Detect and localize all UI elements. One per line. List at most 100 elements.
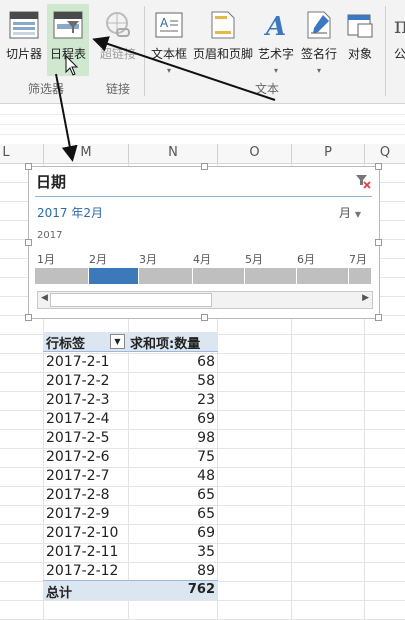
timeline-scrollbar[interactable]: ◀ ▶ <box>37 291 373 309</box>
grid-row-line <box>0 124 405 125</box>
textbox-button[interactable]: A 文本框 ▾ <box>148 4 190 76</box>
header-footer-icon <box>210 11 236 42</box>
ribbon-separator <box>144 6 145 96</box>
pivot-row-value: 35 <box>197 544 215 560</box>
pivot-row-date: 2017-2-9 <box>46 506 110 522</box>
pivot-row-date: 2017-2-2 <box>46 373 110 389</box>
timeline-divider <box>35 196 372 197</box>
textbox-label: 文本框 <box>150 47 187 61</box>
pivot-row-header: 行标签 <box>46 337 86 352</box>
filter-dropdown-icon[interactable]: ▼ <box>110 334 125 349</box>
equation-button[interactable]: π 公 <box>392 4 405 76</box>
wordart-label: 艺术字 <box>257 47 294 61</box>
timeline-button[interactable]: 日程表 <box>47 4 89 76</box>
pivot-total-label: 总计 <box>46 586 73 601</box>
group-label-text: 文本 <box>255 82 280 96</box>
pivot-row-date: 2017-2-4 <box>46 411 110 427</box>
timeline-period-may[interactable] <box>245 268 296 284</box>
column-header-m[interactable]: M <box>44 145 128 162</box>
header-footer-button[interactable]: 页眉和页脚 <box>191 4 255 76</box>
pivot-row[interactable]: 2017-2-10 69 <box>43 524 218 543</box>
slicer-icon <box>9 11 39 42</box>
timeline-level-dropdown[interactable]: 月 ▼ <box>339 204 361 221</box>
pivot-row[interactable]: 2017-2-2 58 <box>43 372 218 391</box>
pivot-row-value: 69 <box>197 411 215 427</box>
svg-text:π: π <box>394 14 405 39</box>
pivot-row-value: 23 <box>197 392 215 408</box>
scroll-left-icon[interactable]: ◀ <box>41 293 48 303</box>
pivot-row[interactable]: 2017-2-12 89 <box>43 562 218 581</box>
pivot-row-value: 75 <box>197 449 215 465</box>
timeline-label: 日程表 <box>49 47 86 61</box>
pivot-row[interactable]: 2017-2-9 65 <box>43 505 218 524</box>
group-label-filters: 筛选器 <box>28 82 65 96</box>
timeline-control[interactable]: 日期 2017 年2月 月 ▼ 2017 1月 2月 3月 4月 5月 6月 7… <box>25 163 382 321</box>
equation-icon: π <box>392 11 405 42</box>
timeline-month-label: 3月 <box>139 253 157 266</box>
pivot-row[interactable]: 2017-2-11 35 <box>43 543 218 562</box>
object-icon <box>346 11 374 42</box>
pivot-row[interactable]: 2017-2-1 68 <box>43 353 218 372</box>
chevron-down-icon: ▾ <box>167 66 172 75</box>
timeline-period-bar <box>35 268 371 284</box>
timeline-icon <box>53 11 83 42</box>
slicer-label: 切片器 <box>5 47 42 61</box>
signature-line-icon <box>305 11 333 42</box>
object-button[interactable]: 对象 <box>341 4 379 76</box>
pivot-row-date: 2017-2-6 <box>46 449 110 465</box>
timeline-period-mar[interactable] <box>139 268 192 284</box>
timeline-period-jun[interactable] <box>297 268 348 284</box>
grid-row-line <box>0 134 405 135</box>
equation-label: 公 <box>394 47 405 61</box>
ribbon: 切片器 日程表 超链接 A 文本框 ▾ 页眉和页脚 A 艺术字 ▾ 签名行 ▾ … <box>0 0 405 104</box>
column-header-q[interactable]: Q <box>365 145 405 162</box>
scrollbar-thumb[interactable] <box>50 293 212 307</box>
slicer-button[interactable]: 切片器 <box>2 4 46 76</box>
pivot-value-header: 求和项:数量 <box>130 337 201 352</box>
pivot-total-value: 762 <box>187 582 215 597</box>
pivot-row[interactable]: 2017-2-5 98 <box>43 429 218 448</box>
pivot-row[interactable]: 2017-2-3 23 <box>43 391 218 410</box>
chevron-down-icon: ▼ <box>354 210 361 219</box>
pivot-row-date: 2017-2-8 <box>46 487 110 503</box>
scroll-right-icon[interactable]: ▶ <box>362 293 369 303</box>
signature-line-label: 签名行 <box>300 47 337 61</box>
pivot-row[interactable]: 2017-2-8 65 <box>43 486 218 505</box>
column-header-o[interactable]: O <box>218 145 291 162</box>
column-header-n[interactable]: N <box>129 145 217 162</box>
pivot-row-value: 89 <box>197 563 215 579</box>
svg-text:A: A <box>160 16 169 30</box>
timeline-period-jan[interactable] <box>35 268 88 284</box>
hyperlink-label: 超链接 <box>99 47 136 61</box>
pivot-row-value: 65 <box>197 487 215 503</box>
timeline-period-jul[interactable] <box>349 268 371 284</box>
pivot-row[interactable]: 2017-2-7 48 <box>43 467 218 486</box>
hyperlink-button[interactable]: 超链接 <box>96 4 140 76</box>
pivot-row-date: 2017-2-12 <box>46 563 119 579</box>
timeline-month-label: 4月 <box>193 253 211 266</box>
wordart-button[interactable]: A 艺术字 ▾ <box>256 4 296 76</box>
textbox-icon: A <box>154 11 184 42</box>
timeline-month-label: 5月 <box>245 253 263 266</box>
pivot-row-value: 69 <box>197 525 215 541</box>
pivot-header-row: 行标签 ▼ 求和项:数量 <box>43 332 218 352</box>
pivot-row-value: 58 <box>197 373 215 389</box>
timeline-period-apr[interactable] <box>193 268 244 284</box>
column-header-p[interactable]: P <box>292 145 364 162</box>
ribbon-separator <box>385 6 386 96</box>
timeline-period-feb[interactable] <box>89 268 138 284</box>
clear-filter-icon[interactable] <box>355 173 371 193</box>
pivot-row-date: 2017-2-5 <box>46 430 110 446</box>
pivot-total-row: 总计 762 <box>43 580 218 601</box>
signature-line-button[interactable]: 签名行 ▾ <box>297 4 341 76</box>
pivot-row[interactable]: 2017-2-4 69 <box>43 410 218 429</box>
column-header-l[interactable]: L <box>0 145 12 162</box>
pivot-row-value: 48 <box>197 468 215 484</box>
timeline-title: 日期 <box>36 173 67 191</box>
grid-row-line <box>0 114 405 115</box>
timeline-month-label: 6月 <box>297 253 315 266</box>
pivot-row[interactable]: 2017-2-6 75 <box>43 448 218 467</box>
pivot-row-date: 2017-2-10 <box>46 525 119 541</box>
svg-text:A: A <box>263 12 286 39</box>
timeline-year-label: 2017 <box>37 230 63 241</box>
